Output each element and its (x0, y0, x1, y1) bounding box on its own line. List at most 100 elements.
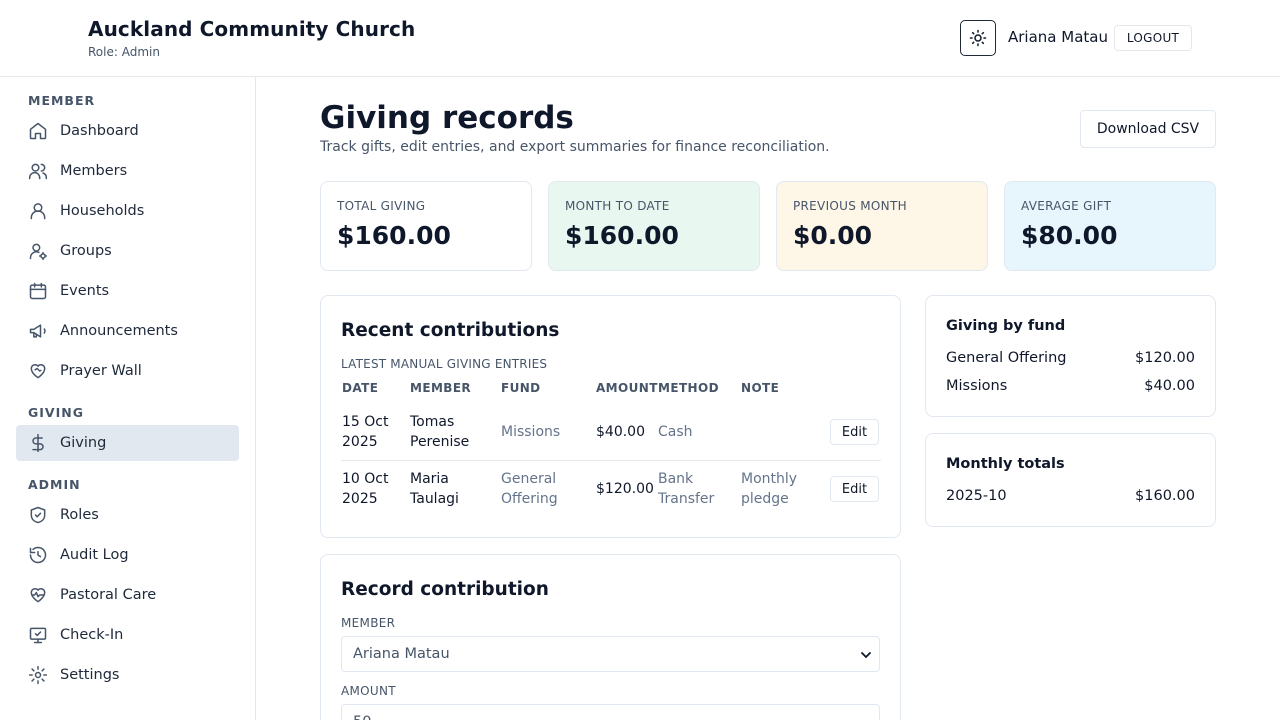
month-name: 2025-10 (946, 488, 1007, 504)
edit-button[interactable]: Edit (830, 476, 879, 502)
stat-label: TOTAL GIVING (337, 199, 426, 213)
user-cog-icon (29, 243, 48, 261)
gear-icon (28, 665, 48, 685)
amount-input[interactable] (341, 704, 880, 720)
column-header-date: DATE (342, 381, 379, 395)
sidebar-item-label: Dashboard (60, 123, 139, 139)
month-value: $160.00 (1135, 488, 1195, 504)
sidebar-item-events[interactable]: Events (16, 273, 239, 309)
record-contribution-title: Record contribution (341, 579, 549, 600)
giving-by-fund-title: Giving by fund (946, 318, 1066, 334)
column-header-member: MEMBER (410, 381, 472, 395)
sidebar-item-label: Pastoral Care (60, 587, 157, 603)
megaphone-icon (29, 324, 46, 338)
app-title: Auckland Community Church (88, 17, 416, 41)
sidebar-item-audit-log[interactable]: Audit Log (16, 537, 239, 573)
stat-value: $160.00 (565, 221, 679, 250)
cell-member: Tomas Perenise (410, 414, 470, 450)
nav-section-member: MEMBER (28, 93, 96, 108)
theme-toggle-button[interactable] (960, 20, 996, 56)
sidebar-item-label: Check-In (60, 627, 124, 643)
sidebar-item-label: Audit Log (60, 547, 129, 563)
giving-by-fund-card: Giving by fund General Offering $120.00 … (925, 295, 1216, 417)
user-name: Ariana Matau (1008, 28, 1108, 46)
member-select[interactable]: Ariana Matau (341, 636, 880, 672)
sidebar-item-announcements[interactable]: Announcements (16, 313, 239, 349)
stat-total-giving: TOTAL GIVING $160.00 (320, 181, 532, 271)
sidebar-item-settings[interactable]: Settings (16, 657, 239, 693)
column-header-fund: FUND (501, 381, 541, 395)
sidebar-item-label: Announcements (60, 323, 178, 339)
sidebar-item-label: Prayer Wall (60, 363, 142, 379)
calendar-icon (29, 282, 47, 300)
fund-name: General Offering (946, 350, 1067, 366)
row-divider (341, 460, 881, 461)
stat-value: $0.00 (793, 221, 873, 250)
history-icon (29, 546, 47, 564)
cell-amount: $120.00 (596, 481, 654, 497)
column-header-method: METHOD (658, 381, 719, 395)
nav-section-giving: GIVING (28, 405, 84, 420)
recent-contributions-title: Recent contributions (341, 320, 560, 341)
user-role: Role: Admin (88, 45, 160, 59)
stat-value: $80.00 (1021, 221, 1118, 250)
sun-icon (969, 29, 987, 47)
dollar-icon (32, 433, 44, 453)
page-title: Giving records (320, 100, 574, 136)
stat-label: MONTH TO DATE (565, 199, 670, 213)
sidebar-item-label: Members (60, 163, 128, 179)
cell-amount: $40.00 (596, 424, 645, 440)
sidebar-item-label: Settings (60, 667, 120, 683)
shield-icon (30, 506, 46, 524)
page-subtitle: Track gifts, edit entries, and export su… (320, 139, 830, 155)
cell-member: Maria Taulagi (410, 471, 459, 507)
cell-note: Monthly pledge (741, 471, 798, 507)
fund-row: General Offering $120.00 (946, 350, 1195, 366)
user-icon (30, 203, 46, 220)
sidebar-item-dashboard[interactable]: Dashboard (16, 113, 239, 149)
sidebar-item-label: Households (60, 203, 145, 219)
sidebar-item-label: Giving (60, 435, 107, 451)
amount-field-label: AMOUNT (341, 684, 396, 698)
sidebar-item-label: Groups (60, 243, 112, 259)
sidebar-item-pastoral-care[interactable]: Pastoral Care (16, 577, 239, 613)
sidebar: MEMBER Dashboard Members Households Grou… (0, 77, 256, 720)
sidebar-item-giving[interactable]: Giving (16, 425, 239, 461)
fund-value: $120.00 (1135, 350, 1195, 366)
heart-handshake-icon (30, 364, 46, 379)
users-icon (28, 163, 48, 180)
stat-previous-month: PREVIOUS MONTH $0.00 (776, 181, 988, 271)
monthly-totals-title: Monthly totals (946, 456, 1065, 472)
monthly-totals-card: Monthly totals 2025-10 $160.00 (925, 433, 1216, 527)
cell-date: 15 Oct 2025 (342, 414, 389, 450)
sidebar-item-groups[interactable]: Groups (16, 233, 239, 269)
stat-value: $160.00 (337, 221, 451, 250)
brand: Auckland Community Church Role: Admin (88, 17, 415, 59)
chevron-down-icon (861, 652, 871, 659)
sidebar-item-roles[interactable]: Roles (16, 497, 239, 533)
cell-date: 10 Oct 2025 (342, 471, 389, 507)
table-caption: LATEST MANUAL GIVING ENTRIES (341, 357, 548, 371)
sidebar-item-check-in[interactable]: Check-In (16, 617, 239, 653)
sidebar-item-label: Roles (60, 507, 99, 523)
edit-button[interactable]: Edit (830, 419, 879, 445)
fund-value: $40.00 (1144, 378, 1195, 394)
fund-name: Missions (946, 378, 1008, 394)
logout-button[interactable]: LOGOUT (1114, 25, 1192, 51)
stat-label: PREVIOUS MONTH (793, 199, 907, 213)
cell-method: Bank Transfer (658, 471, 715, 507)
monitor-check-icon (29, 627, 47, 644)
download-csv-button[interactable]: Download CSV (1080, 110, 1216, 148)
heart-pulse-icon (30, 588, 46, 603)
cell-fund: Missions (501, 424, 561, 440)
record-contribution-card: Record contribution MEMBER Ariana Matau … (320, 554, 901, 720)
sidebar-item-households[interactable]: Households (16, 193, 239, 229)
nav-section-admin: ADMIN (28, 477, 81, 492)
sidebar-item-members[interactable]: Members (16, 153, 239, 189)
sidebar-item-label: Events (60, 283, 110, 299)
stat-average-gift: AVERAGE GIFT $80.00 (1004, 181, 1216, 271)
column-header-amount: AMOUNT (596, 381, 658, 395)
home-icon (29, 122, 47, 140)
sidebar-item-prayer-wall[interactable]: Prayer Wall (16, 353, 239, 389)
stat-label: AVERAGE GIFT (1021, 199, 1112, 213)
